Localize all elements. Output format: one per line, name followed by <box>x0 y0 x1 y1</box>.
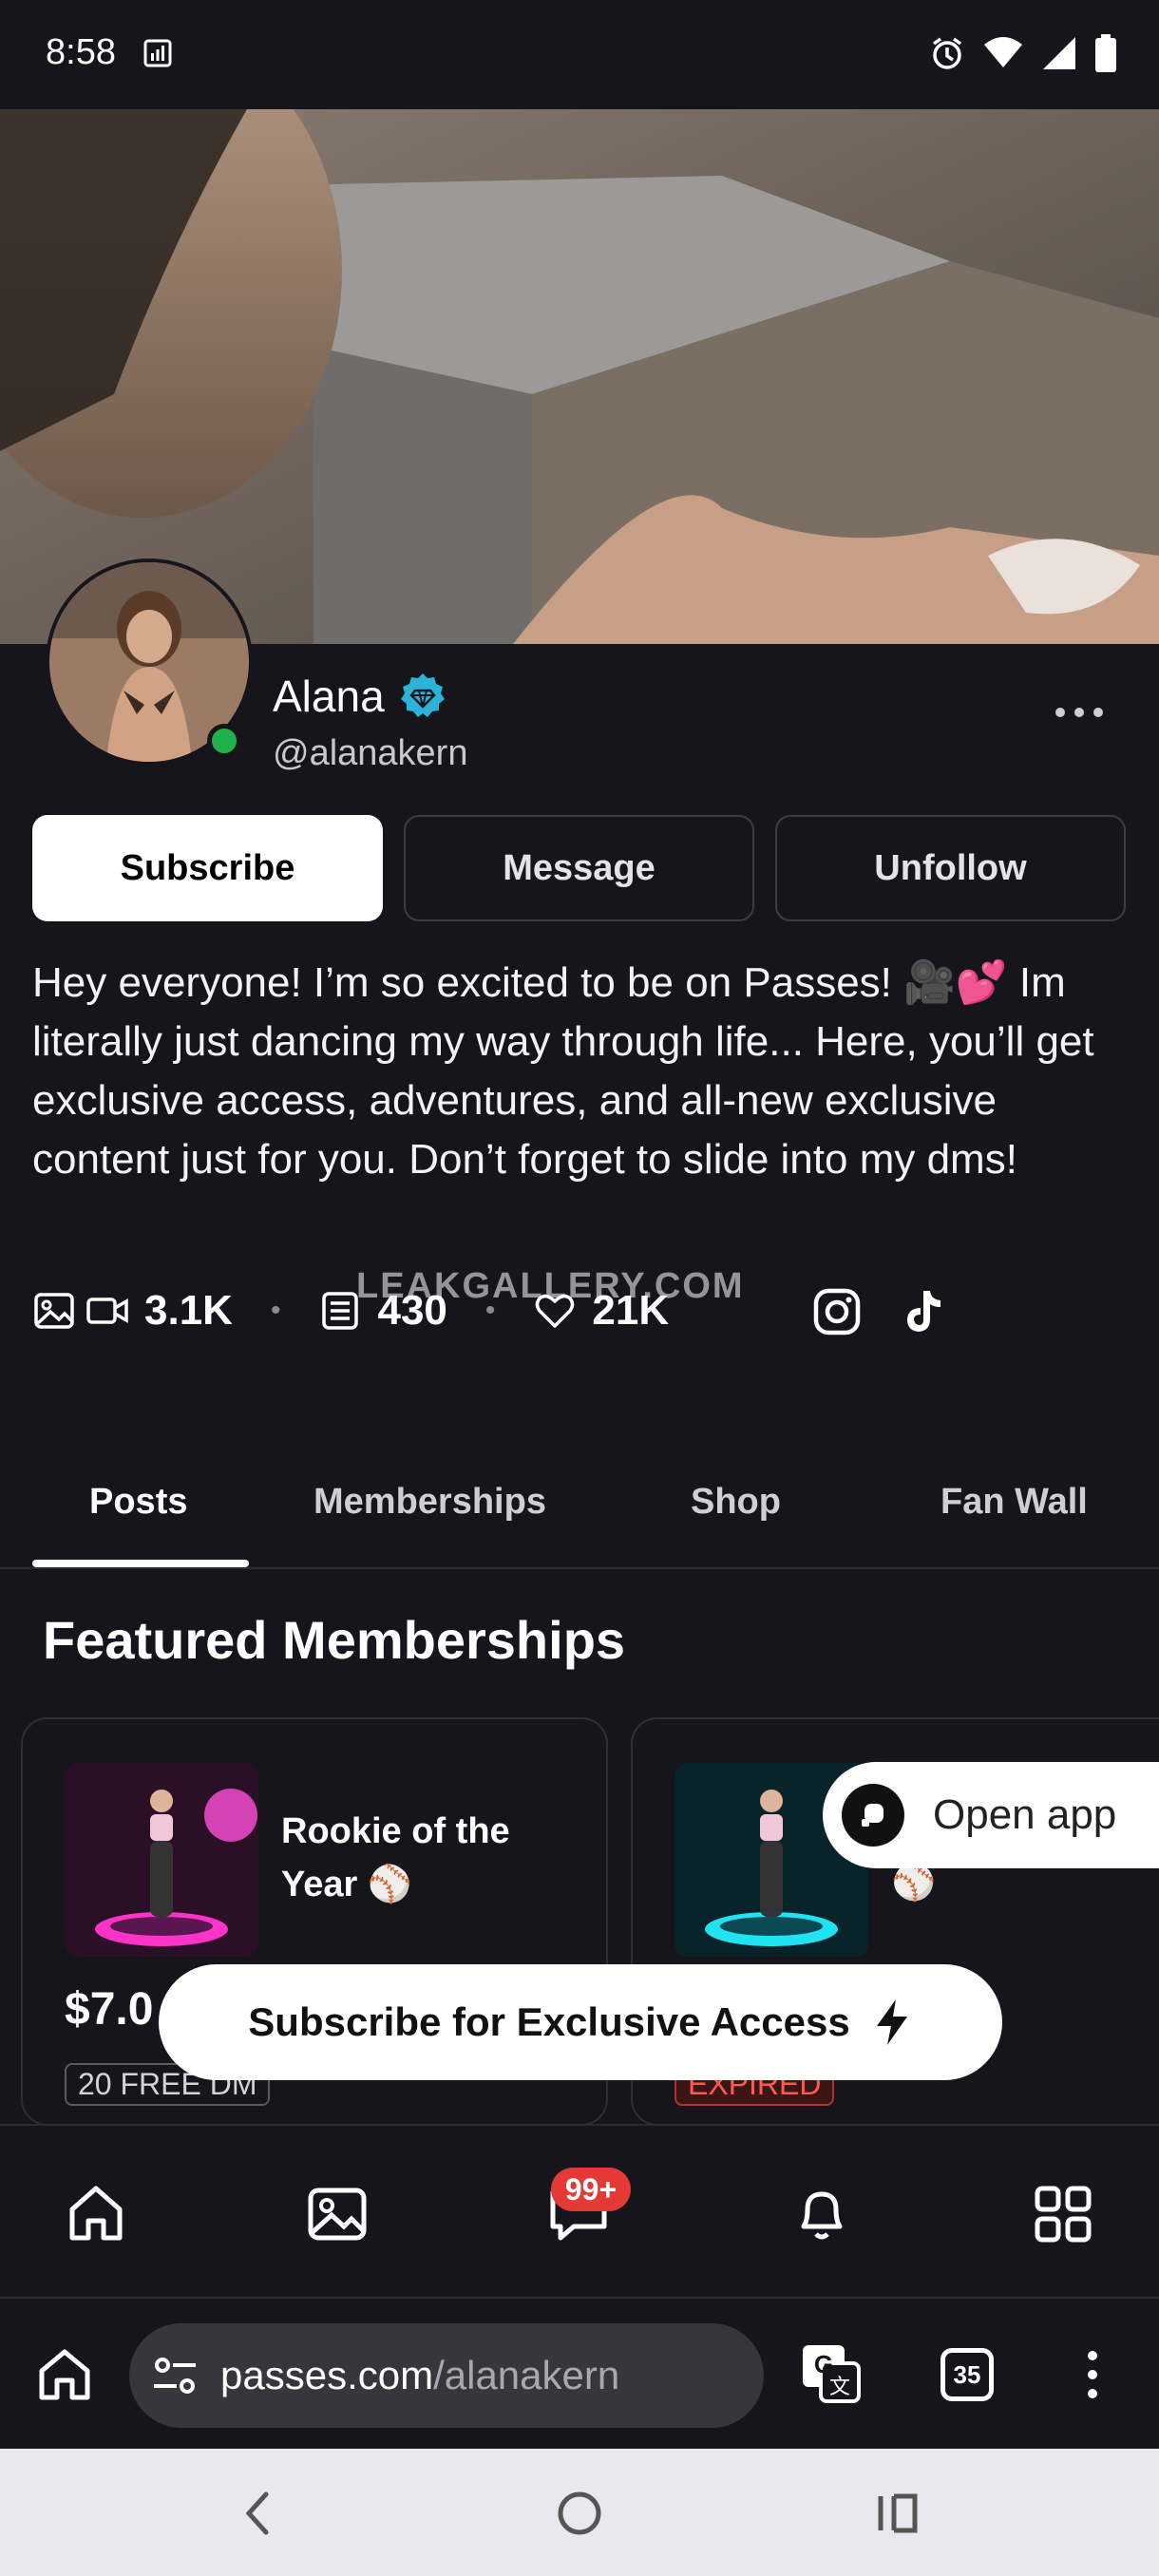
status-time: 8:58 <box>46 32 116 72</box>
profile-tabs: Posts Memberships Shop Fan Wall <box>0 1453 1159 1569</box>
wifi-icon <box>984 37 1022 67</box>
video-icon <box>86 1297 128 1324</box>
alarm-icon <box>932 37 962 69</box>
notifications-bell-icon[interactable] <box>790 2183 853 2245</box>
status-bar: 8:58 <box>0 0 1159 109</box>
bottom-navigation: 99+ <box>0 2124 1159 2297</box>
membership-title: Rookie of the Year ⚾ <box>281 1811 510 1904</box>
browser-home-icon[interactable] <box>36 2346 93 2403</box>
cta-label: Subscribe for Exclusive Access <box>248 1999 850 2044</box>
image-icon <box>34 1293 74 1329</box>
svg-text:G: G <box>814 2350 833 2378</box>
profile-handle: @alanakern <box>273 733 468 773</box>
profile-name: Alana <box>273 672 385 721</box>
message-button[interactable]: Message <box>404 815 754 921</box>
app-logo-icon <box>842 1784 904 1847</box>
verified-diamond-icon <box>401 673 445 717</box>
tiktok-icon[interactable] <box>898 1287 947 1336</box>
grid-menu-icon[interactable] <box>1032 2183 1094 2245</box>
lightning-icon <box>876 1999 907 2045</box>
url-domain: passes.com <box>220 2353 434 2397</box>
open-app-button[interactable]: Open app <box>823 1762 1159 1868</box>
unfollow-button[interactable]: Unfollow <box>775 815 1126 921</box>
instagram-icon[interactable] <box>812 1287 862 1336</box>
tab-posts[interactable]: Posts <box>89 1482 187 1523</box>
more-options-icon[interactable] <box>1053 701 1106 724</box>
back-icon[interactable] <box>230 2485 287 2542</box>
url-text: passes.com/alanakern <box>220 2353 619 2398</box>
online-status-dot <box>207 724 241 758</box>
translate-icon[interactable]: G文 <box>800 2342 863 2405</box>
subscribe-button[interactable]: Subscribe <box>32 815 383 921</box>
section-title: Featured Memberships <box>43 1610 626 1670</box>
tab-switcher-button[interactable]: 35 <box>940 2348 994 2401</box>
stat-separator: • <box>270 1295 281 1326</box>
address-bar[interactable]: passes.com/alanakern <box>129 2323 764 2428</box>
open-app-label: Open app <box>933 1791 1117 1838</box>
media-count: 3.1K <box>144 1287 233 1334</box>
data-usage-icon <box>143 39 172 67</box>
tab-memberships[interactable]: Memberships <box>314 1482 546 1523</box>
system-navigation-bar <box>0 2449 1159 2576</box>
profile-bio: Hey everyone! I’m so excited to be on Pa… <box>32 959 1094 1183</box>
membership-price: $7.0 <box>65 1984 154 2035</box>
site-settings-icon[interactable] <box>150 2351 200 2400</box>
status-right-icons <box>929 34 1117 72</box>
subscribe-cta-button[interactable]: Subscribe for Exclusive Access <box>159 1964 1002 2080</box>
watermark: LEAKGALLERY.COM <box>356 1266 745 1306</box>
battery-icon <box>1095 34 1116 72</box>
tab-fan-wall[interactable]: Fan Wall <box>940 1482 1088 1523</box>
browser-menu-icon[interactable] <box>1083 2346 1102 2403</box>
membership-thumbnail <box>65 1763 258 1957</box>
gallery-icon[interactable] <box>306 2183 369 2245</box>
recents-icon[interactable] <box>869 2485 926 2542</box>
svg-text:文: 文 <box>829 2376 850 2399</box>
active-tab-indicator <box>32 1560 249 1567</box>
messages-badge: 99+ <box>551 2168 631 2211</box>
signal-icon <box>1043 37 1075 69</box>
url-path: /alanakern <box>433 2353 620 2397</box>
tab-shop[interactable]: Shop <box>691 1482 781 1523</box>
browser-toolbar: passes.com/alanakern G文 35 <box>0 2297 1159 2449</box>
home-icon[interactable] <box>65 2183 127 2245</box>
home-circle-icon[interactable] <box>551 2485 608 2542</box>
